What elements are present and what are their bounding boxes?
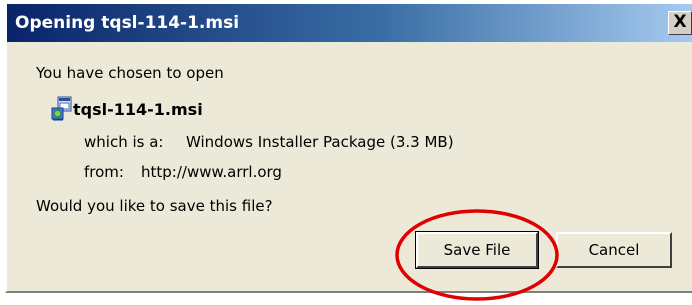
msi-installer-icon <box>51 96 72 121</box>
cancel-button[interactable]: Cancel <box>556 232 672 268</box>
window-title: Opening tqsl-114-1.msi <box>15 13 240 33</box>
save-question: Would you like to save this file? <box>36 197 273 215</box>
save-file-button[interactable]: Save File <box>415 231 539 269</box>
file-source-label: from: <box>84 163 124 181</box>
file-source-value: http://www.arrl.org <box>141 163 282 181</box>
file-type-label: which is a: <box>84 133 164 151</box>
file-open-dialog: Opening tqsl-114-1.msi X You have chosen… <box>5 3 692 293</box>
close-button[interactable]: X <box>668 11 692 35</box>
file-name: tqsl-114-1.msi <box>73 100 203 119</box>
title-bar[interactable]: Opening tqsl-114-1.msi X <box>7 4 692 42</box>
file-type-value: Windows Installer Package (3.3 MB) <box>186 133 454 151</box>
close-icon: X <box>673 12 687 32</box>
intro-text: You have chosen to open <box>36 64 224 82</box>
